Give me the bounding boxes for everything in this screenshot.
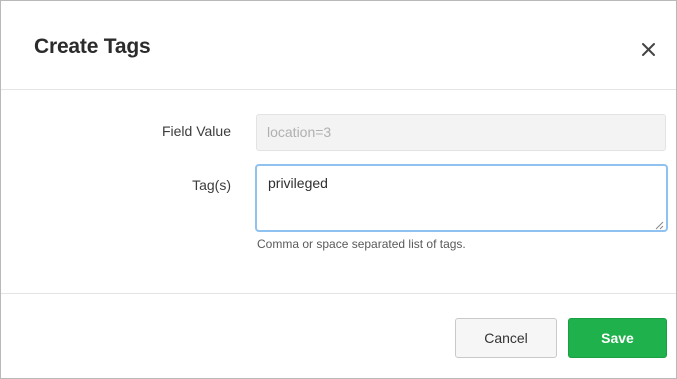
dialog-header: Create Tags: [1, 1, 676, 90]
tags-help-text: Comma or space separated list of tags.: [257, 237, 466, 251]
dialog-title: Create Tags: [34, 35, 151, 58]
resize-grip-icon[interactable]: [655, 221, 664, 230]
field-value-input: location=3: [256, 114, 666, 151]
cancel-button[interactable]: Cancel: [455, 318, 557, 358]
create-tags-dialog: Create Tags Field Value location=3 Tag(s…: [0, 0, 677, 379]
dialog-footer: Cancel Save: [1, 293, 676, 379]
tags-textarea[interactable]: privileged: [255, 164, 668, 232]
tags-label: Tag(s): [192, 177, 231, 193]
field-value-label: Field Value: [161, 123, 231, 139]
dialog-body: Field Value location=3 Tag(s) privileged…: [1, 90, 676, 293]
save-button[interactable]: Save: [568, 318, 667, 358]
close-icon[interactable]: [637, 37, 661, 61]
